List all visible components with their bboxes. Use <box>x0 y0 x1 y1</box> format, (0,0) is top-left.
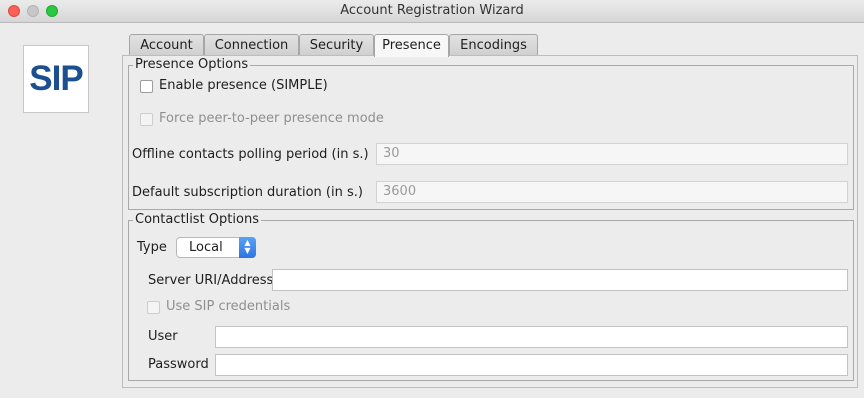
type-label: Type <box>137 240 167 255</box>
subscription-duration-label: Default subscription duration (in s.) <box>132 185 363 200</box>
contactlist-options-legend: Contactlist Options <box>135 212 259 227</box>
tab-encodings[interactable]: Encodings <box>449 34 538 56</box>
force-p2p-label: Force peer-to-peer presence mode <box>159 111 384 126</box>
server-uri-input[interactable] <box>272 269 848 291</box>
enable-presence-label: Enable presence (SIMPLE) <box>159 78 328 93</box>
user-label: User <box>148 329 178 344</box>
server-uri-label: Server URI/Address <box>148 273 274 288</box>
use-sip-credentials-label: Use SIP credentials <box>166 299 291 314</box>
type-select[interactable]: Local ▲ ▼ <box>176 237 256 258</box>
sip-logo: SIP <box>23 45 89 113</box>
enable-presence-checkbox[interactable] <box>140 80 153 93</box>
subscription-duration-input[interactable]: 3600 <box>376 181 848 203</box>
select-arrows-icon: ▲ ▼ <box>239 237 256 258</box>
tab-security[interactable]: Security <box>299 34 374 56</box>
password-label: Password <box>148 357 209 372</box>
presence-options-legend: Presence Options <box>135 57 249 72</box>
sip-logo-text: SIP <box>29 59 83 98</box>
use-sip-credentials-checkbox[interactable] <box>147 301 160 314</box>
tab-account[interactable]: Account <box>129 34 204 56</box>
polling-period-label: Offline contacts polling period (in s.) <box>132 147 369 162</box>
polling-period-input[interactable]: 30 <box>376 143 848 165</box>
force-p2p-checkbox[interactable] <box>140 113 153 126</box>
password-input[interactable] <box>215 354 848 376</box>
tab-presence[interactable]: Presence <box>374 34 449 57</box>
type-select-value: Local <box>189 240 223 255</box>
user-input[interactable] <box>215 326 848 348</box>
tab-connection[interactable]: Connection <box>204 34 299 56</box>
title-bar: Account Registration Wizard <box>0 0 864 23</box>
window-title: Account Registration Wizard <box>340 3 524 18</box>
